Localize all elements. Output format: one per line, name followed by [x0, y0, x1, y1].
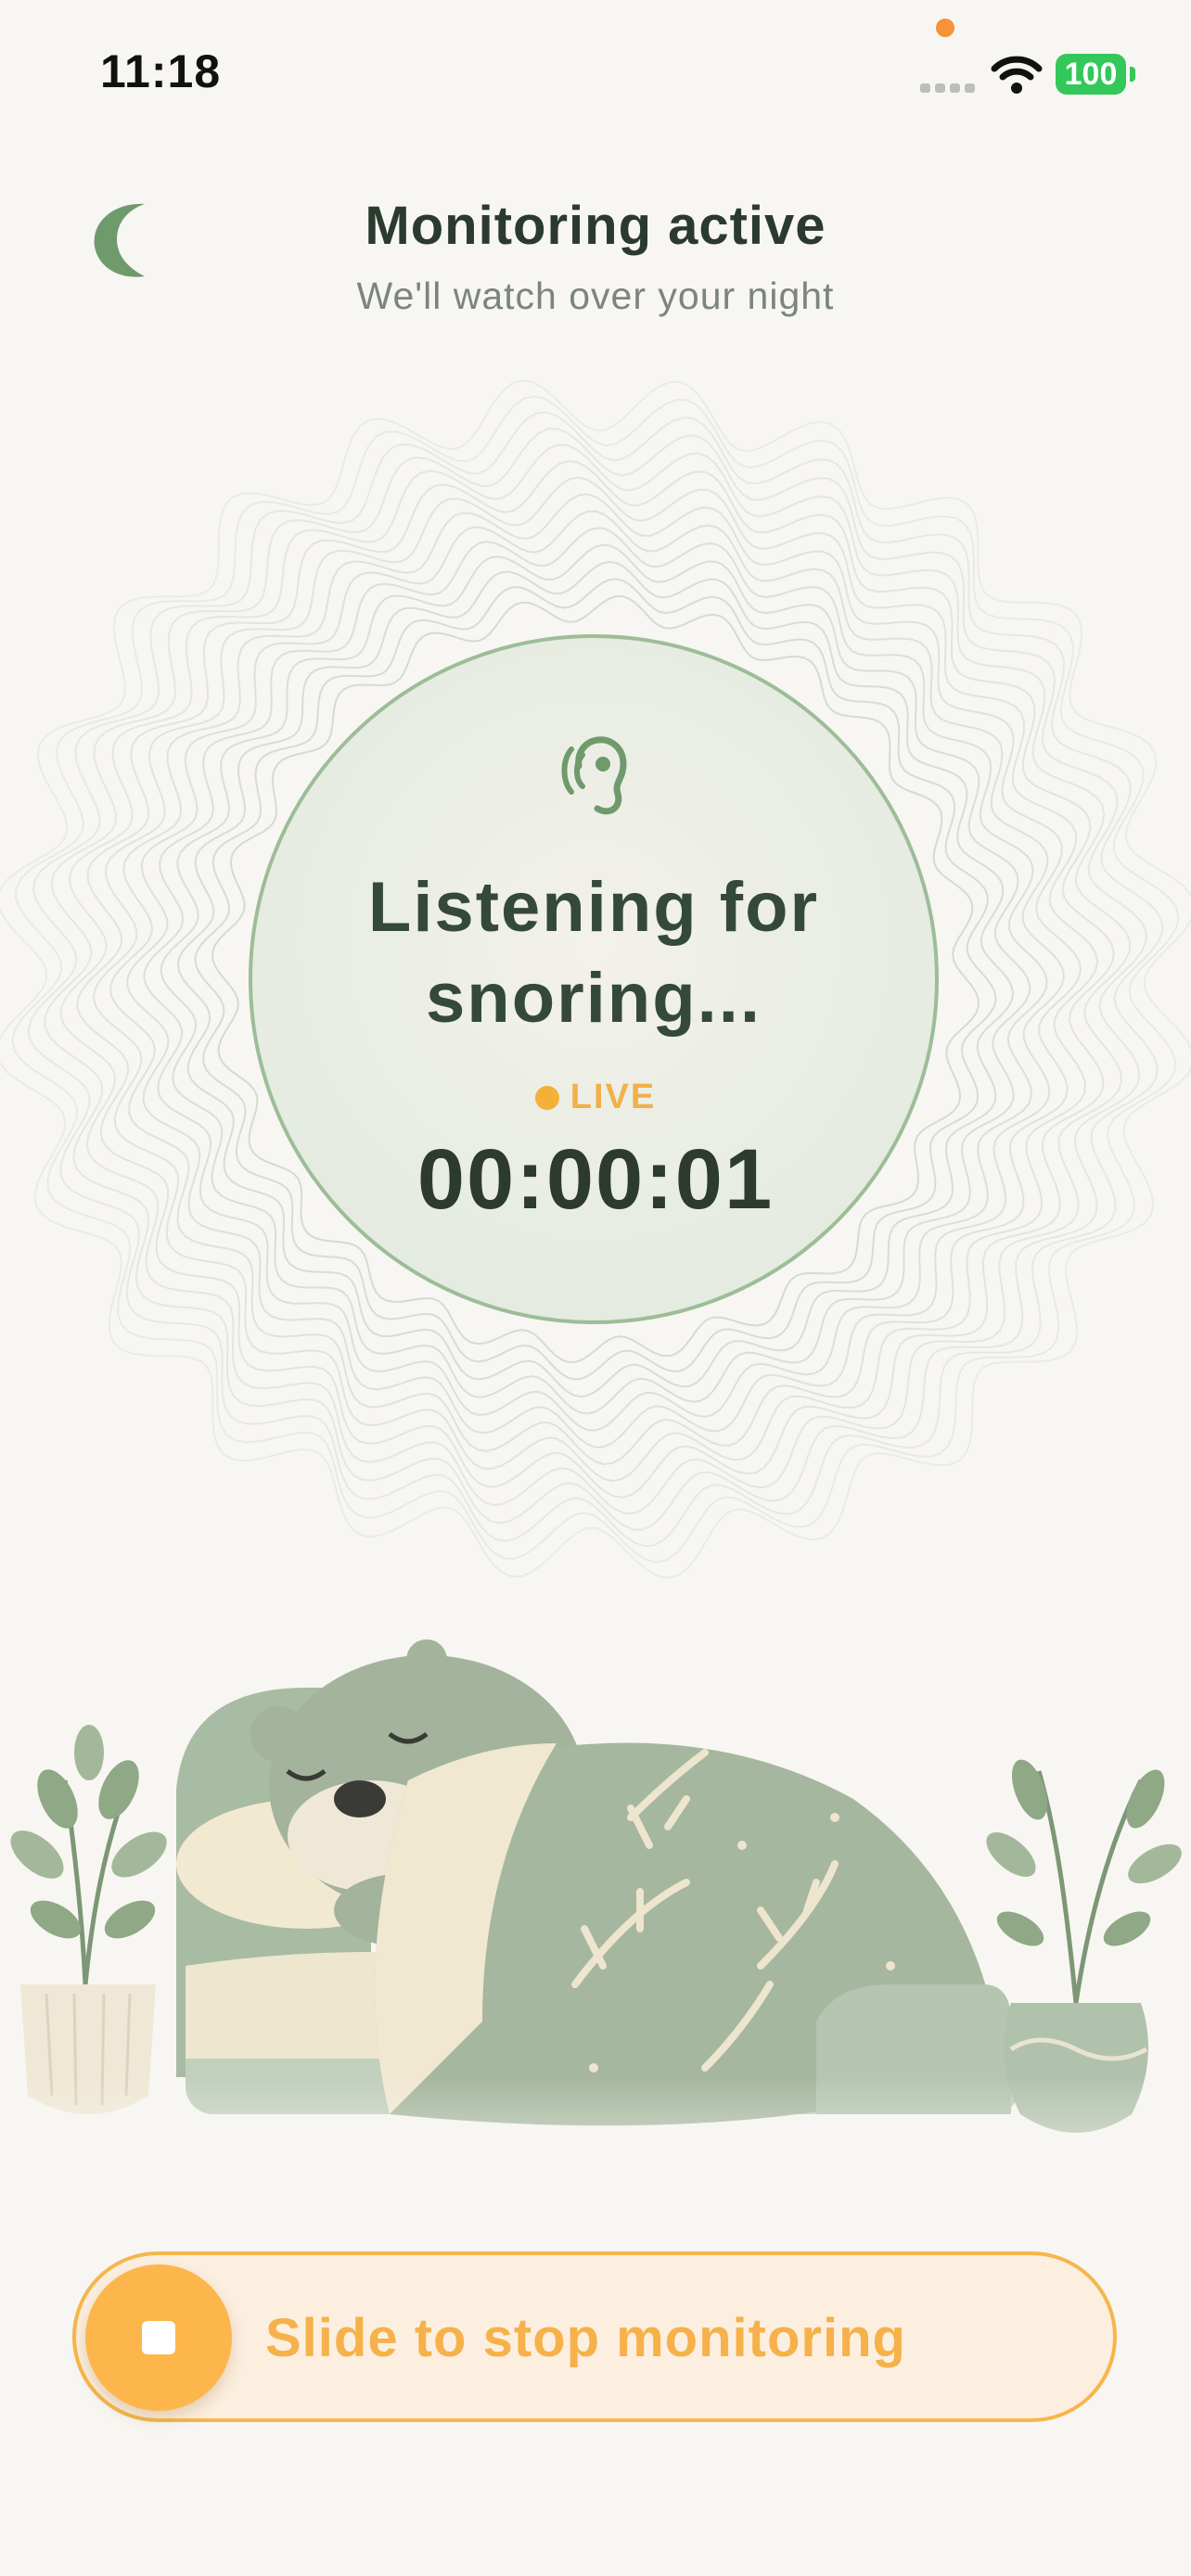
listening-status-line2: snoring... — [426, 959, 762, 1038]
live-indicator: LIVE — [0, 1078, 1191, 1117]
page-title: Monitoring active — [365, 196, 826, 256]
live-dot-icon — [534, 1085, 559, 1110]
listening-status: Listening for snoring... — [249, 862, 939, 1044]
battery-icon: 100 — [1056, 54, 1126, 95]
microphone-indicator-dot — [936, 19, 954, 37]
slide-to-stop-handle[interactable] — [85, 2264, 232, 2411]
live-label: LIVE — [570, 1078, 657, 1116]
battery-tip — [1130, 67, 1135, 82]
status-time: 11:18 — [100, 45, 222, 97]
elapsed-timer: 00:00:01 — [416, 1132, 775, 1227]
slide-to-stop-label: Slide to stop monitoring — [265, 2308, 906, 2368]
listening-status-line1: Listening for — [367, 868, 820, 947]
otter-sleeping-illustration — [0, 1632, 1191, 2225]
page-subtitle: We'll watch over your night — [356, 274, 835, 317]
wifi-icon — [991, 56, 1043, 94]
stop-icon — [142, 2321, 175, 2354]
cellular-signal-icon — [920, 82, 978, 93]
status-bar: 11:18 100 — [0, 0, 1191, 139]
ear-icon — [561, 736, 627, 815]
